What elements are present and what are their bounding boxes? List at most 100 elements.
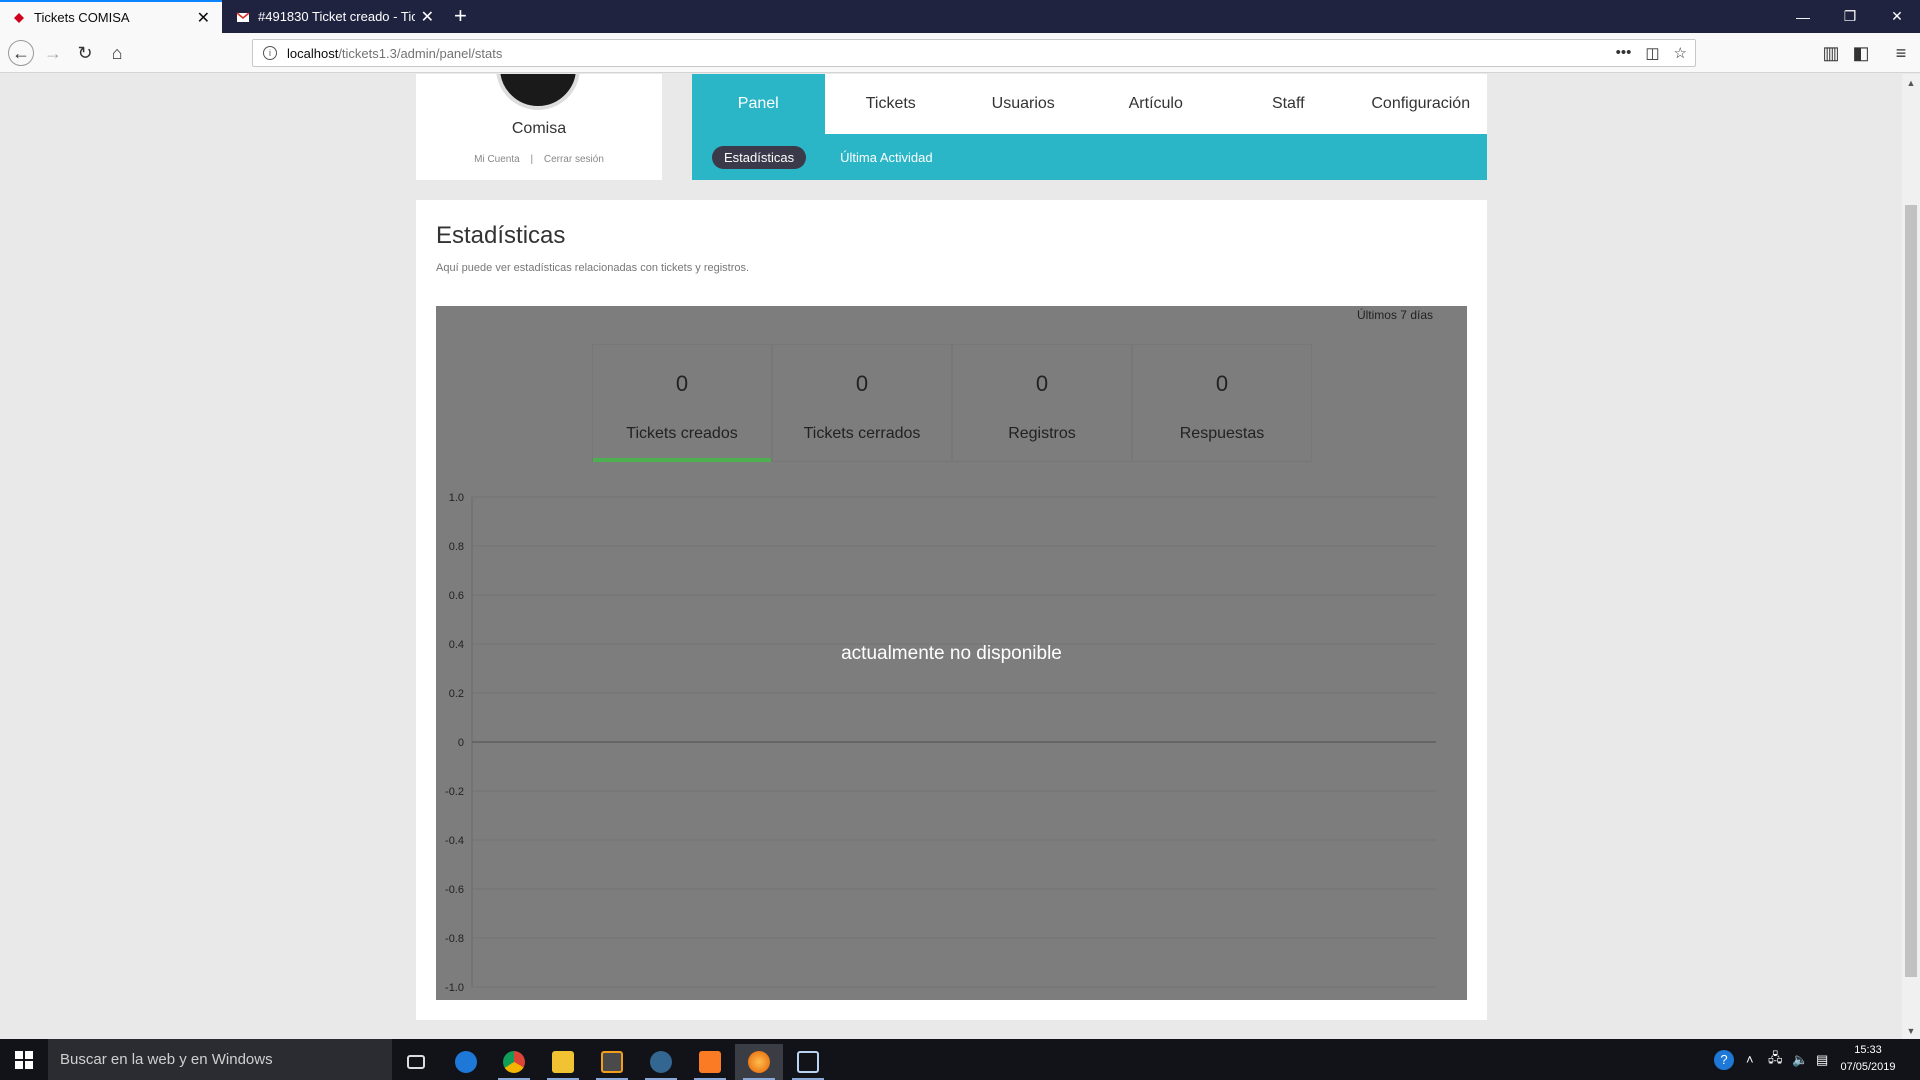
page-actions-icon[interactable]: ••• [1616,44,1632,62]
chrome-icon[interactable] [490,1044,538,1080]
browser-tab-bar: Tickets COMISA ✕ #491830 Ticket creado -… [0,0,1920,33]
firefox-icon[interactable] [735,1044,783,1080]
menu-configuracion[interactable]: Configuración [1355,74,1488,134]
xampp-icon[interactable] [686,1044,734,1080]
y-tick-label: -0.6 [445,884,464,896]
close-tab-icon[interactable]: ✕ [197,8,210,28]
submenu-estadisticas[interactable]: Estadísticas [712,145,807,169]
help-icon[interactable]: ? [1714,1039,1734,1080]
stat-label: Registros [1008,425,1076,442]
y-tick-label: -0.4 [445,835,464,847]
close-tab-icon[interactable]: ✕ [421,7,434,27]
y-tick-label: -0.2 [445,786,464,798]
windows-start-icon[interactable] [0,1039,48,1080]
edge-icon[interactable] [442,1044,490,1080]
virtualbox-icon[interactable] [784,1044,832,1080]
page-title: Estadísticas [436,222,566,249]
reload-icon[interactable]: ↻ [74,42,96,64]
selected-indicator [593,458,771,462]
page-description: Aquí puede ver estadísticas relacionadas… [436,262,750,274]
y-tick-label: -0.8 [445,933,464,945]
scrollbar-thumb[interactable] [1905,205,1917,977]
info-icon[interactable]: i [263,46,277,60]
scroll-down-icon[interactable]: ▼ [1904,1024,1918,1038]
menu-staff[interactable]: Staff [1222,74,1355,134]
menu-articulo[interactable]: Artículo [1090,74,1223,134]
url-host: localhost [287,45,339,61]
sublime-text-icon[interactable] [588,1044,636,1080]
stats-overlay: Últimos 7 días 0 Tickets creados 0 Ticke… [436,306,1467,1000]
y-tick-label: 0 [458,737,464,749]
hamburger-menu-icon[interactable]: ≡ [1890,42,1912,64]
clock-date: 07/05/2019 [1840,1061,1896,1073]
back-icon[interactable]: ← [8,40,34,66]
postgres-icon[interactable] [637,1044,685,1080]
home-icon[interactable]: ⌂ [106,42,128,64]
file-explorer-icon[interactable] [539,1044,587,1080]
logout-link[interactable]: Cerrar sesión [544,154,604,165]
submenu-ultima-actividad[interactable]: Última Actividad [840,150,932,165]
sub-menu: Estadísticas Última Actividad [692,134,1487,180]
forward-icon[interactable]: → [42,42,64,64]
sidebar-icon[interactable]: ◧ [1850,42,1872,64]
url-bar[interactable]: i localhost/tickets1.3/admin/panel/stats… [252,39,1696,67]
tab-ticket-creado[interactable]: #491830 Ticket creado - Tickets ✕ [224,0,446,33]
close-window-icon[interactable]: ✕ [1874,0,1920,33]
bookmark-star-icon[interactable]: ☆ [1674,44,1687,62]
stat-value: 0 [855,371,869,396]
tray-chevron-icon[interactable]: ˄ [1746,1039,1754,1080]
stat-respuestas[interactable]: 0 Respuestas [1132,344,1312,462]
stat-tickets-cerrados[interactable]: 0 Tickets cerrados [772,344,952,462]
menu-panel[interactable]: Panel [692,74,825,134]
y-tick-label: 0.8 [449,541,464,553]
y-tick-label: -1.0 [445,982,464,992]
stat-label: Tickets cerrados [803,425,921,442]
profile-card: Comisa Mi Cuenta | Cerrar sesión [416,74,662,180]
tab-title: #491830 Ticket creado - Tickets [258,9,415,24]
y-tick-label: 0.2 [449,688,464,700]
restore-icon[interactable]: ❐ [1827,0,1873,33]
stats-line-chart: 1.00.80.60.40.20-0.2-0.4-0.6-0.8-1.0 [445,492,1436,992]
stat-label: Respuestas [1179,425,1265,442]
stat-label: Tickets creados [626,425,738,442]
volume-icon[interactable]: 🔈 [1792,1039,1808,1080]
taskbar-search-input[interactable]: Buscar en la web y en Windows [48,1039,392,1080]
pocket-icon[interactable]: ◫ [1645,44,1659,62]
menu-usuarios[interactable]: Usuarios [957,74,1090,134]
tab-title: Tickets COMISA [34,10,130,25]
windows-taskbar: Buscar en la web y en Windows ? ˄ 🖧 🔈 ▤ … [0,1039,1920,1080]
y-tick-label: 0.6 [449,590,464,602]
unavailable-message: actualmente no disponible [841,643,1062,664]
menu-tickets[interactable]: Tickets [825,74,958,134]
my-account-link[interactable]: Mi Cuenta [474,154,520,165]
stats-card: Estadísticas Aquí puede ver estadísticas… [416,200,1487,1020]
minimize-icon[interactable]: — [1780,0,1826,33]
stat-value: 0 [1035,371,1049,396]
tab-tickets-comisa[interactable]: Tickets COMISA ✕ [0,0,222,33]
stat-tickets-creados[interactable]: 0 Tickets creados [592,344,772,462]
task-view-icon[interactable] [392,1044,440,1080]
main-menu: Panel Tickets Usuarios Artículo Staff Co… [692,74,1487,134]
page-viewport: Comisa Mi Cuenta | Cerrar sesión Panel T… [0,74,1902,1039]
stats-summary: 0 Tickets creados 0 Tickets cerrados 0 R… [592,344,1312,462]
avatar [496,74,580,110]
profile-name: Comisa [511,120,567,137]
network-icon[interactable]: 🖧 [1768,1039,1783,1080]
browser-nav-bar: ← → ↻ ⌂ i localhost/tickets1.3/admin/pan… [0,33,1920,73]
new-tab-icon[interactable]: + [454,3,467,29]
period-dropdown[interactable]: Últimos 7 días [1357,308,1433,322]
main-navigation: Panel Tickets Usuarios Artículo Staff Co… [692,74,1487,180]
library-icon[interactable]: ▥ [1820,42,1842,64]
stat-value: 0 [675,371,689,396]
clock-time: 15:33 [1854,1044,1882,1056]
stat-value: 0 [1215,371,1229,396]
stat-registros[interactable]: 0 Registros [952,344,1132,462]
profile-links: Mi Cuenta | Cerrar sesión [416,154,662,165]
notifications-icon[interactable]: ▤ [1816,1039,1828,1080]
y-tick-label: 1.0 [449,492,464,504]
link-separator: | [530,154,534,165]
url-path: /tickets1.3/admin/panel/stats [338,45,503,61]
scroll-up-icon[interactable]: ▲ [1904,76,1918,90]
ticket-favicon-icon [14,12,24,23]
taskbar-clock[interactable]: 15:33 07/05/2019 [1836,1042,1900,1076]
